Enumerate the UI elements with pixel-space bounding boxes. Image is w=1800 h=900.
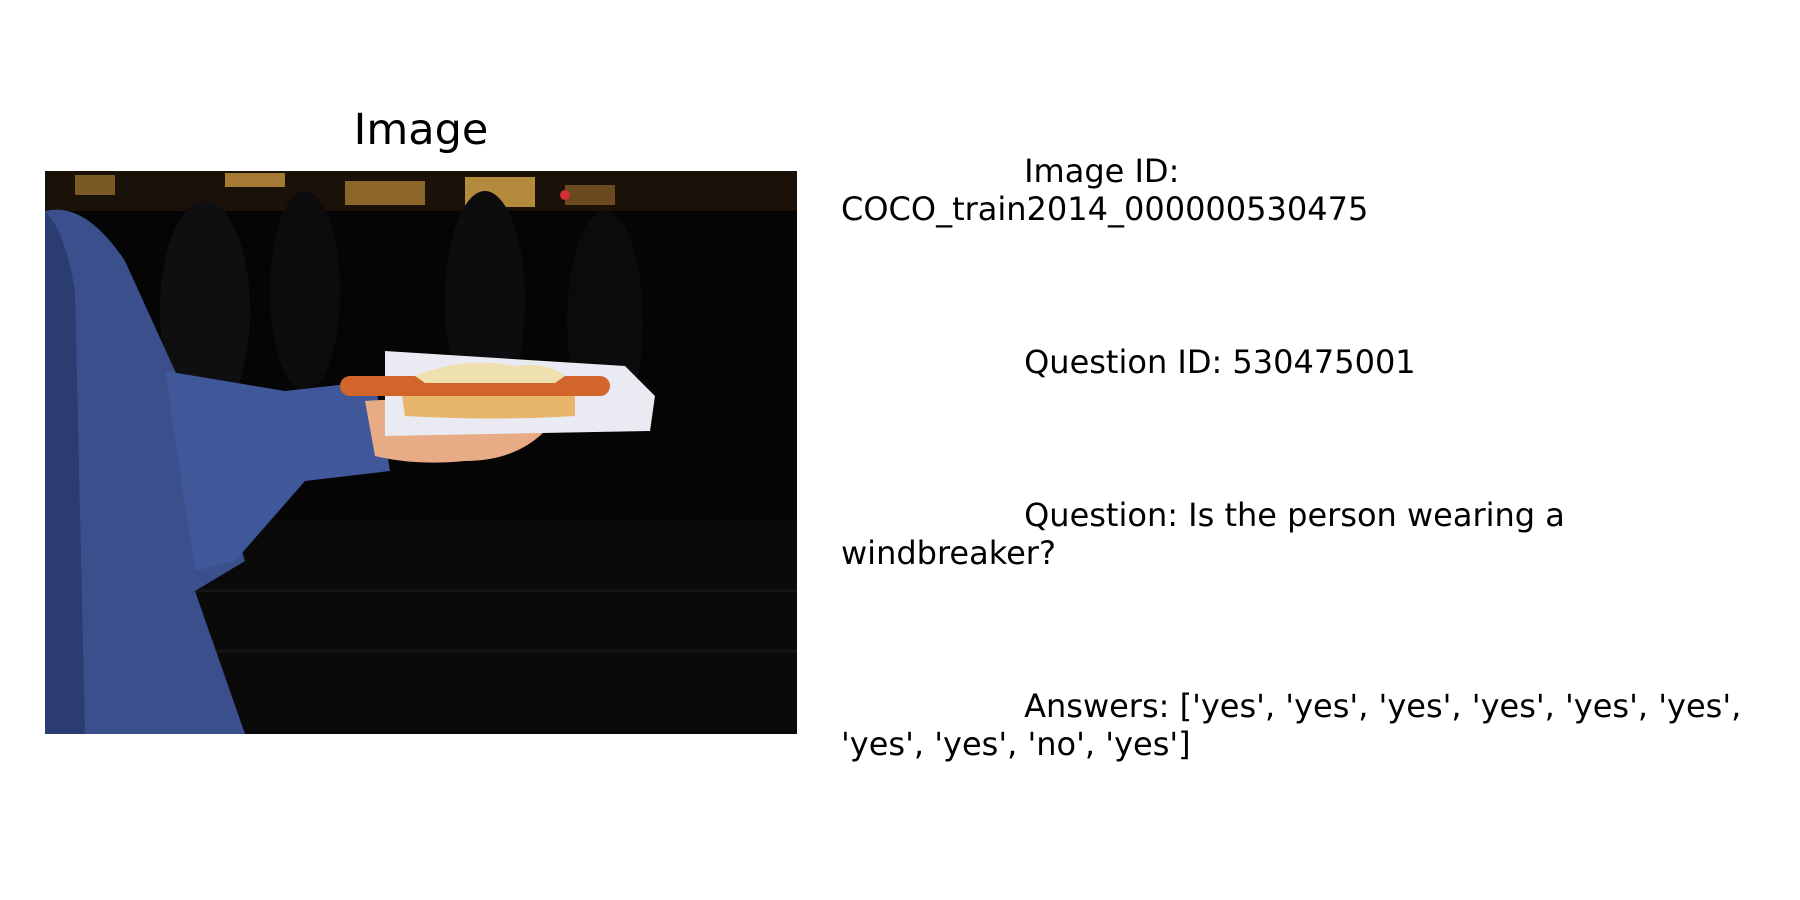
answers-text: Answers: ['yes', 'yes', 'yes', 'yes', 'y… bbox=[841, 687, 1752, 763]
question-block: Question: Is the person wearing a windbr… bbox=[841, 496, 1781, 572]
image-panel-title: Image bbox=[353, 105, 489, 155]
image-id-block: Image ID: COCO_train2014_000000530475 bbox=[841, 152, 1781, 228]
vqa-info-text: Image ID: COCO_train2014_000000530475 Qu… bbox=[841, 76, 1781, 840]
photo-hand-holding-hotdog bbox=[45, 171, 797, 734]
image-id-label: Image ID: bbox=[1024, 152, 1180, 190]
photo-illustration bbox=[45, 171, 797, 734]
image-id-value: COCO_train2014_000000530475 bbox=[841, 190, 1369, 228]
question-id-block: Question ID: 530475001 bbox=[841, 343, 1781, 381]
answers-block: Answers: ['yes', 'yes', 'yes', 'yes', 'y… bbox=[841, 687, 1781, 763]
question-id: Question ID: 530475001 bbox=[1024, 343, 1416, 381]
question-text: Question: Is the person wearing a windbr… bbox=[841, 496, 1576, 572]
